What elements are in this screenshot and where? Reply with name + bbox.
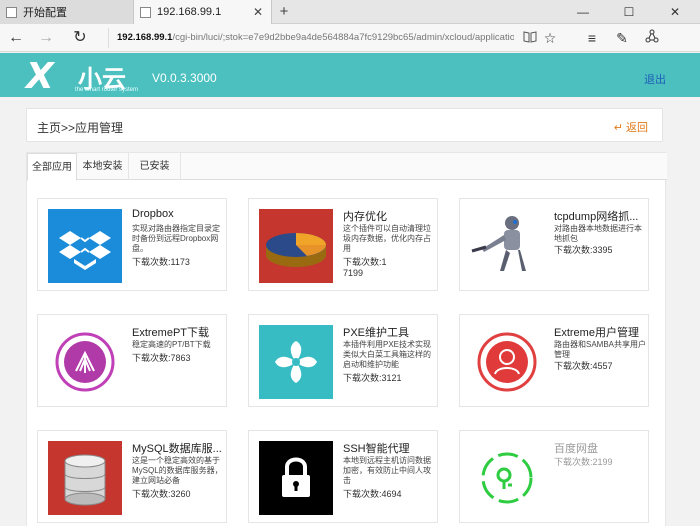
app-header: X 小云 the smart router system V0.0.3.3000… — [0, 53, 700, 97]
app-tabs: 全部应用 本地安装 已安装 — [27, 153, 667, 181]
download-count: 下载次数:3260 — [132, 489, 191, 499]
app-name: MySQL数据库服... — [132, 443, 222, 455]
download-count: 下载次数:1173 — [132, 257, 190, 267]
breadcrumb: 主页>>应用管理 ↵ 返回 — [26, 108, 663, 142]
robot-icon — [470, 209, 544, 283]
tab-title: 开始配置 — [23, 7, 67, 19]
logout-link[interactable]: 退出 — [644, 71, 666, 87]
hub-icon[interactable]: ≡ — [582, 28, 602, 48]
forward-arrow-icon[interactable]: → — [36, 28, 56, 48]
app-card-pxe-tool[interactable]: PXE维护工具 本插件利用PXE技术实现类似大白菜工具箱这样的启动和维护功能 下… — [248, 314, 438, 407]
version-label: V0.0.3.3000 — [152, 71, 217, 85]
dropbox-icon — [48, 209, 122, 283]
browser-tab-strip: 开始配置 192.168.99.1 ✕ + — ☐ ✕ — [0, 0, 700, 24]
app-name: Dropbox — [132, 208, 174, 220]
refresh-icon[interactable]: ↻ — [70, 28, 90, 48]
app-card-dropbox[interactable]: Dropbox 实现对路由器指定目录定时备份到远程Dropbox网盘。 下载次数… — [37, 198, 227, 291]
share-icon[interactable] — [642, 28, 662, 48]
download-count: 下载次数:2199 — [554, 457, 613, 467]
minimize-button[interactable]: — — [560, 0, 606, 24]
page-icon — [140, 6, 151, 18]
logo-tagline: the smart router system — [75, 87, 139, 93]
app-description: 本插件利用PXE技术实现类似大白菜工具箱这样的启动和维护功能 — [343, 340, 432, 369]
app-description: 稳定高速的PT/BT下载 — [132, 340, 211, 349]
navigation-bar: ← → ↻ 192.168.99.1/cgi-bin/luci/;stok=e7… — [0, 24, 700, 52]
app-description: 对路由器本地数据进行本地抓包 — [554, 224, 642, 243]
app-card-user-management[interactable]: Extreme用户管理 路由器和SAMBA共享用户管理 下载次数:4557 — [459, 314, 649, 407]
app-card-baidu-pan[interactable]: 百度网盘 下载次数:2199 — [459, 430, 649, 523]
app-name: 内存优化 — [343, 211, 387, 223]
address-bar[interactable]: 192.168.99.1/cgi-bin/luci/;stok=e7e9d2bb… — [108, 28, 514, 48]
download-count: 下载次数:7863 — [132, 353, 191, 363]
download-count: 下载次数:4694 — [343, 489, 402, 499]
lock-icon — [259, 441, 333, 515]
app-card-tcpdump[interactable]: tcpdump网络抓... 对路由器本地数据进行本地抓包 下载次数:3395 — [459, 198, 649, 291]
back-link[interactable]: ↵ 返回 — [614, 119, 648, 135]
app-card-memory-optimizer[interactable]: 内存优化 这个插件可以自动清理垃圾内存数据，优化内存占用 下载次数:17199 — [248, 198, 438, 291]
app-panel: 全部应用 本地安装 已安装 Dropbox 实现对路由器指定目录定时备份到远程D… — [26, 152, 667, 526]
back-arrow-icon[interactable]: ← — [6, 28, 26, 48]
database-icon — [48, 441, 122, 515]
tab-installed[interactable]: 已安装 — [129, 153, 181, 180]
browser-tab[interactable]: 开始配置 — [0, 0, 134, 24]
app-name: ExtremePT下载 — [132, 327, 210, 339]
browser-tab-active[interactable]: 192.168.99.1 ✕ — [134, 0, 272, 24]
app-card-extremept[interactable]: ExtremePT下载 稳定高速的PT/BT下载 下载次数:7863 — [37, 314, 227, 407]
torrent-icon — [48, 325, 122, 399]
app-name: tcpdump网络抓... — [554, 211, 639, 223]
download-count: 下载次数:3121 — [343, 373, 402, 383]
url-path: /cgi-bin/luci/;stok=e7e9d2bbe9a4de564884… — [172, 32, 514, 43]
page-icon — [6, 6, 17, 18]
breadcrumb-path[interactable]: 主页>>应用管理 — [37, 119, 123, 136]
app-description: 路由器和SAMBA共享用户管理 — [554, 340, 646, 359]
app-name: Extreme用户管理 — [554, 327, 639, 339]
back-label: 返回 — [626, 122, 648, 134]
app-card-mysql[interactable]: MySQL数据库服... 这是一个稳定高效的基于MySQL的数据库服务器，建立网… — [37, 430, 227, 523]
download-count: 下载次数:4557 — [554, 361, 613, 371]
tab-all-apps[interactable]: 全部应用 — [27, 153, 77, 181]
app-description: 实现对路由器指定目录定时备份到远程Dropbox网盘。 — [132, 224, 220, 253]
download-count: 下载次数:3395 — [554, 245, 613, 255]
logo-letter: X — [26, 56, 54, 97]
favorite-star-icon[interactable]: ☆ — [540, 28, 560, 48]
reading-view-icon[interactable] — [520, 28, 540, 48]
close-tab-icon[interactable]: ✕ — [251, 5, 265, 19]
baidu-pan-icon — [470, 441, 544, 515]
app-name: PXE维护工具 — [343, 327, 410, 339]
user-icon — [470, 325, 544, 399]
pie-chart-icon — [259, 209, 333, 283]
tab-title: 192.168.99.1 — [157, 6, 222, 18]
app-name: SSH智能代理 — [343, 443, 410, 455]
return-arrow-icon: ↵ — [613, 122, 623, 134]
download-count: 下载次数:17199 — [343, 257, 387, 278]
app-description: 这是一个稳定高效的基于MySQL的数据库服务器，建立网站必备 — [132, 456, 223, 485]
app-card-ssh-proxy[interactable]: SSH智能代理 本地到远程主机访问数据加密，有效防止中间人攻击 下载次数:469… — [248, 430, 438, 523]
app-name: 百度网盘 — [554, 443, 598, 455]
note-icon[interactable]: ✎ — [612, 28, 632, 48]
url-host: 192.168.99.1 — [117, 32, 173, 43]
maximize-button[interactable]: ☐ — [606, 0, 652, 24]
pinwheel-icon — [259, 325, 333, 399]
close-window-button[interactable]: ✕ — [652, 0, 698, 24]
app-description: 本地到远程主机访问数据加密，有效防止中间人攻击 — [343, 456, 431, 485]
tab-local-install[interactable]: 本地安装 — [77, 153, 129, 180]
app-description: 这个插件可以自动清理垃圾内存数据，优化内存占用 — [343, 224, 431, 253]
new-tab-button[interactable]: + — [276, 2, 292, 22]
